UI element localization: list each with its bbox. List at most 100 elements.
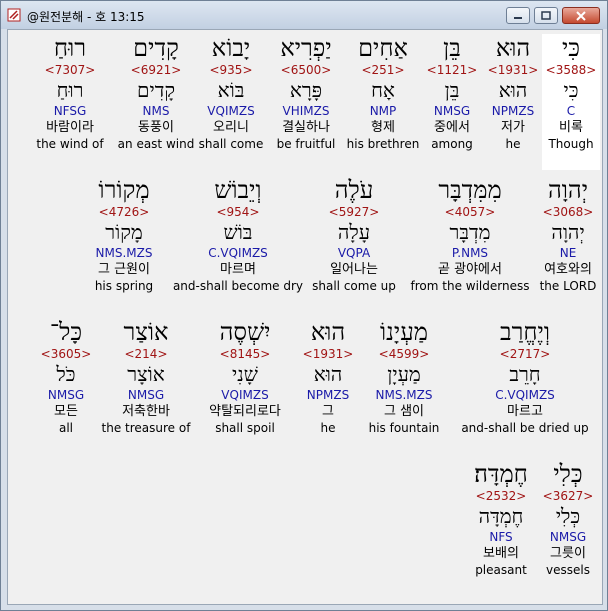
korean-gloss: 바람이라 [46, 120, 94, 135]
close-button[interactable] [562, 7, 600, 24]
hebrew-word: אַחִים [358, 34, 408, 62]
word-block[interactable]: יָבוֹא <935> בּוֹא VQIMZS 오리니 shall come [196, 34, 266, 158]
word-block[interactable]: אוֹצַר <214> אוֹצָר NMSG 저축한바 the treasure of [100, 318, 192, 442]
word-block[interactable]: כִּי <3588> כִּי C 비록 Though [542, 34, 600, 170]
hebrew-word: כָּל־ [49, 318, 83, 346]
korean-gloss: 보배의 [483, 546, 519, 561]
strong-number[interactable]: <8145> [192, 347, 298, 361]
strong-number[interactable]: <3605> [32, 347, 100, 361]
lemma: עָלָה [337, 220, 371, 244]
lemma: בּוֹשׁ [223, 220, 253, 244]
lemma: כְּלִי [555, 504, 581, 528]
morphology-code: NMSG [47, 388, 85, 402]
lemma: יְהוָה [551, 220, 585, 244]
english-gloss: his brethren [346, 137, 420, 151]
korean-gloss: 곧 광야에서 [438, 262, 502, 277]
hebrew-word: חֶמְדָּה׃ [474, 460, 528, 488]
strong-number[interactable]: <4726> [76, 205, 172, 219]
strong-number[interactable]: <3627> [536, 489, 600, 503]
hebrew-word: אוֹצַר [123, 318, 169, 346]
hebrew-word: בֵּן [443, 34, 461, 62]
minimize-button[interactable] [506, 7, 530, 24]
english-gloss: pleasant [475, 563, 527, 577]
morphology-code: VQIMZS [221, 388, 269, 402]
strong-number[interactable]: <4599> [358, 347, 450, 361]
english-gloss: all [58, 421, 74, 435]
word-block[interactable]: מִמִּדְבָּר <4057> מִדְבָּר P.NMS 곧 광야에서 from… [404, 176, 536, 300]
korean-gloss: 일어나는 [330, 262, 378, 277]
hebrew-word: יָבוֹא [211, 34, 251, 62]
english-gloss: the LORD [539, 279, 597, 293]
korean-gloss: 결실하나 [282, 120, 330, 135]
strong-number[interactable]: <6500> [266, 63, 346, 77]
morphology-code: VQPA [337, 246, 371, 260]
korean-gloss: 마르고 [507, 404, 543, 419]
morphology-code: NMS [142, 104, 170, 118]
word-block[interactable]: רוּחַ <7307> רוּחַ NFSG 바람이라 the wind of [24, 34, 116, 158]
lemma: מַעְיָן [387, 362, 421, 386]
morphology-code: VHIMZS [282, 104, 330, 118]
strong-number[interactable]: <5927> [304, 205, 404, 219]
korean-gloss: 마르며 [220, 262, 256, 277]
english-gloss: an east wind [117, 137, 195, 151]
lemma: שָׁנִי [232, 362, 258, 386]
morphology-code: NMP [369, 104, 397, 118]
lemma: חֶמְדָּה [478, 504, 524, 528]
morphology-code: NMS.MZS [375, 388, 433, 402]
word-block[interactable]: מְקוֹרוֹ <4726> מָקוֹר NMS.MZS 그 근원이 his spri… [76, 176, 172, 300]
morphology-code: P.NMS [451, 246, 489, 260]
word-block[interactable]: כָּל־ <3605> כֹּל NMSG 모든 all [32, 318, 100, 442]
morphology-code: NMSG [433, 104, 471, 118]
hebrew-word: הוּא [495, 34, 531, 62]
korean-gloss: 오리니 [213, 120, 249, 135]
strong-number[interactable]: <214> [100, 347, 192, 361]
korean-gloss: 동풍이 [138, 120, 174, 135]
word-block[interactable]: וְיֵבוֹשׁ <954> בּוֹשׁ C.VQIMZS 마르며 and-shall… [172, 176, 304, 300]
strong-number[interactable]: <251> [346, 63, 420, 77]
strong-number[interactable]: <1931> [298, 347, 358, 361]
strong-number[interactable]: <3068> [536, 205, 600, 219]
hebrew-word: כְּלִי [553, 460, 583, 488]
word-block[interactable]: הוּא <1931> הוּא NPMZS 그 he [298, 318, 358, 442]
lemma: קָדִים [136, 78, 176, 102]
strong-number[interactable]: <935> [196, 63, 266, 77]
lemma: רוּחַ [56, 78, 84, 102]
word-block[interactable]: וְיֶחֱרַב <2717> חָרֵב C.VQIMZS 마르고 and-shall… [450, 318, 600, 442]
strong-number[interactable]: <1931> [484, 63, 542, 77]
english-gloss: his spring [94, 279, 154, 293]
morphology-code: NFSG [53, 104, 87, 118]
strong-number[interactable]: <954> [172, 205, 304, 219]
strong-number[interactable]: <7307> [24, 63, 116, 77]
word-block[interactable]: יַפְרִיא <6500> פָּרָא VHIMZS 결실하나 be fruitfu… [266, 34, 346, 158]
title-bar[interactable]: @원전분해 - 호 13:15 [1, 1, 607, 29]
word-block[interactable]: קָדִים <6921> קָדִים NMS 동풍이 an east wind [116, 34, 196, 158]
word-block[interactable]: יִשְׁסֶה <8145> שָׁנִי VQIMZS 약탈되리로다 shall sp… [192, 318, 298, 442]
word-block[interactable]: מַעְיָנוֹ <4599> מַעְיָן NMS.MZS 그 샘이 his fou… [358, 318, 450, 442]
lemma: בּוֹא [217, 78, 245, 102]
strong-number[interactable]: <3588> [542, 63, 600, 77]
word-block[interactable]: יְהוָה <3068> יְהוָה NE 여호와의 the LORD [536, 176, 600, 300]
english-gloss: among [431, 137, 473, 151]
hebrew-word: יִשְׁסֶה [219, 318, 271, 346]
hebrew-word: מִמִּדְבָּר [438, 176, 502, 204]
english-gloss: the wind of [36, 137, 104, 151]
maximize-button[interactable] [534, 7, 558, 24]
strong-number[interactable]: <4057> [404, 205, 536, 219]
english-gloss: be fruitful [276, 137, 336, 151]
strong-number[interactable]: <6921> [116, 63, 196, 77]
strong-number[interactable]: <1121> [420, 63, 484, 77]
word-block[interactable]: הוּא <1931> הוּא NPMZS 저가 he [484, 34, 542, 158]
lemma: אָח [371, 78, 395, 102]
word-block[interactable]: עֹלֶה <5927> עָלָה VQPA 일어나는 shall come up [304, 176, 404, 300]
english-gloss: he [505, 137, 521, 151]
word-block[interactable]: אַחִים <251> אָח NMP 형제 his brethren [346, 34, 420, 158]
strong-number[interactable]: <2532> [466, 489, 536, 503]
word-block[interactable]: כְּלִי <3627> כְּלִי NMSG 그릇이 vessels [536, 460, 600, 584]
korean-gloss: 모든 [54, 404, 78, 419]
hebrew-word: מְקוֹרוֹ [98, 176, 150, 204]
morphology-code: NMSG [127, 388, 165, 402]
strong-number[interactable]: <2717> [450, 347, 600, 361]
word-block[interactable]: חֶמְדָּה׃ <2532> חֶמְדָּה NFS 보배의 pleasant [466, 460, 536, 584]
word-block[interactable]: בֵּן <1121> בֵּן NMSG 중에서 among [420, 34, 484, 158]
hebrew-word: הוּא [310, 318, 346, 346]
